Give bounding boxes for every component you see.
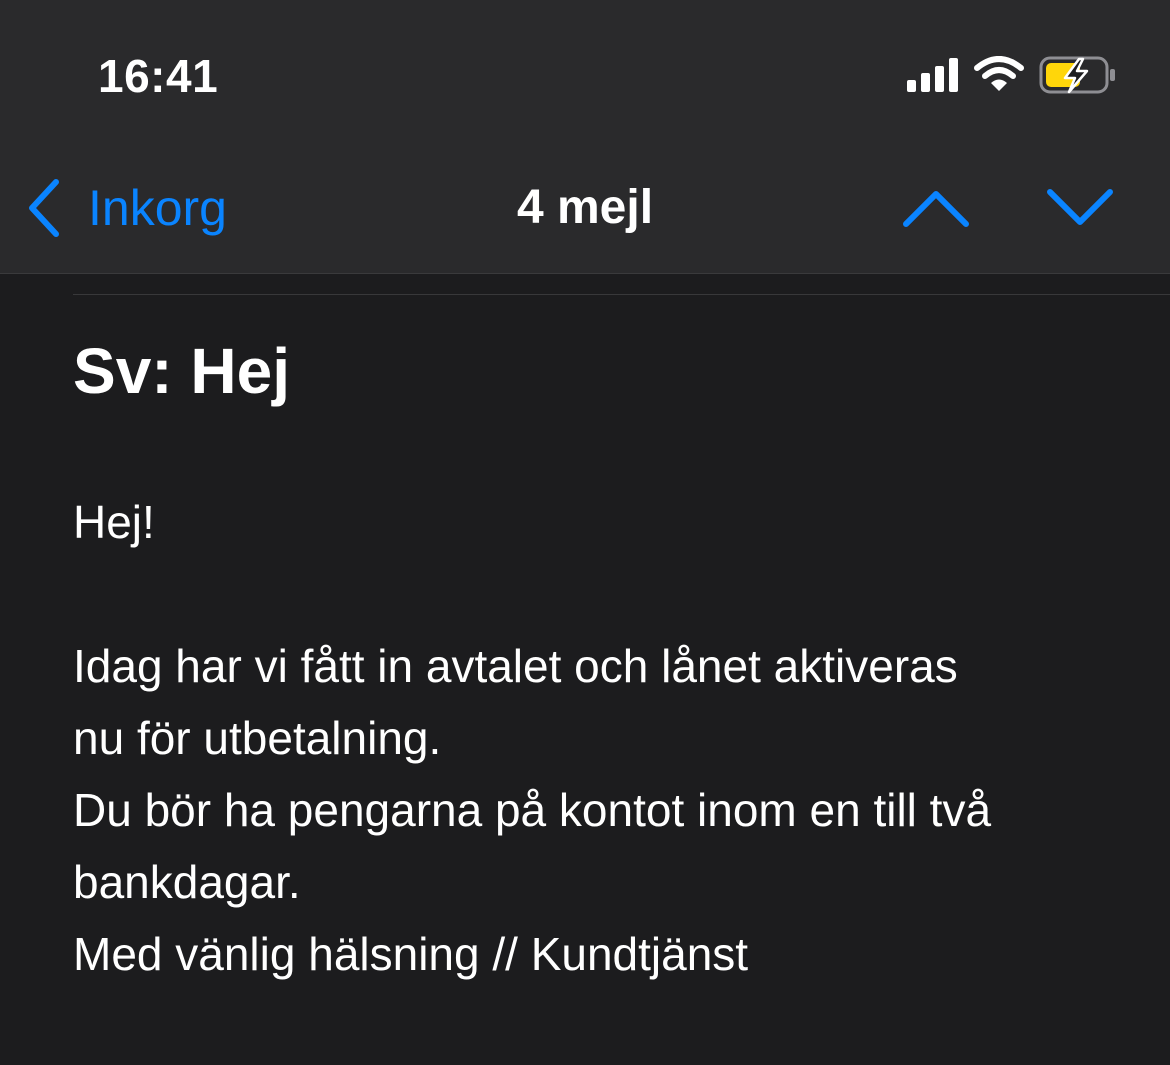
chevron-up-icon[interactable] [900,180,972,236]
navigation-header: 16:41 Inkorg 4 mejl [0,0,1170,274]
email-body: Hej! Idag har vi fått in avtalet och lån… [73,486,1133,990]
chevron-left-icon [29,179,59,237]
email-subject: Sv: Hej [73,335,290,407]
email-body-line: bankdagar. [73,856,301,908]
email-body-line: Idag har vi fått in avtalet och lånet ak… [73,640,958,692]
email-body-line: Du bör ha pengarna på kontot inom en til… [73,784,992,836]
battery-charging-icon [1039,56,1115,94]
cellular-signal-icon [907,58,958,92]
back-button-label: Inkorg [88,180,227,236]
email-greeting: Hej! [73,496,155,548]
wifi-icon [974,56,1024,91]
status-icons [900,52,1130,100]
email-signature: Med vänlig hälsning // Kundtjänst [73,928,749,980]
email-body-line: nu för utbetalning. [73,712,442,764]
status-time: 16:41 [98,50,219,102]
back-button[interactable]: Inkorg [24,176,227,240]
divider [73,294,1170,295]
chevron-down-icon[interactable] [1044,180,1116,236]
